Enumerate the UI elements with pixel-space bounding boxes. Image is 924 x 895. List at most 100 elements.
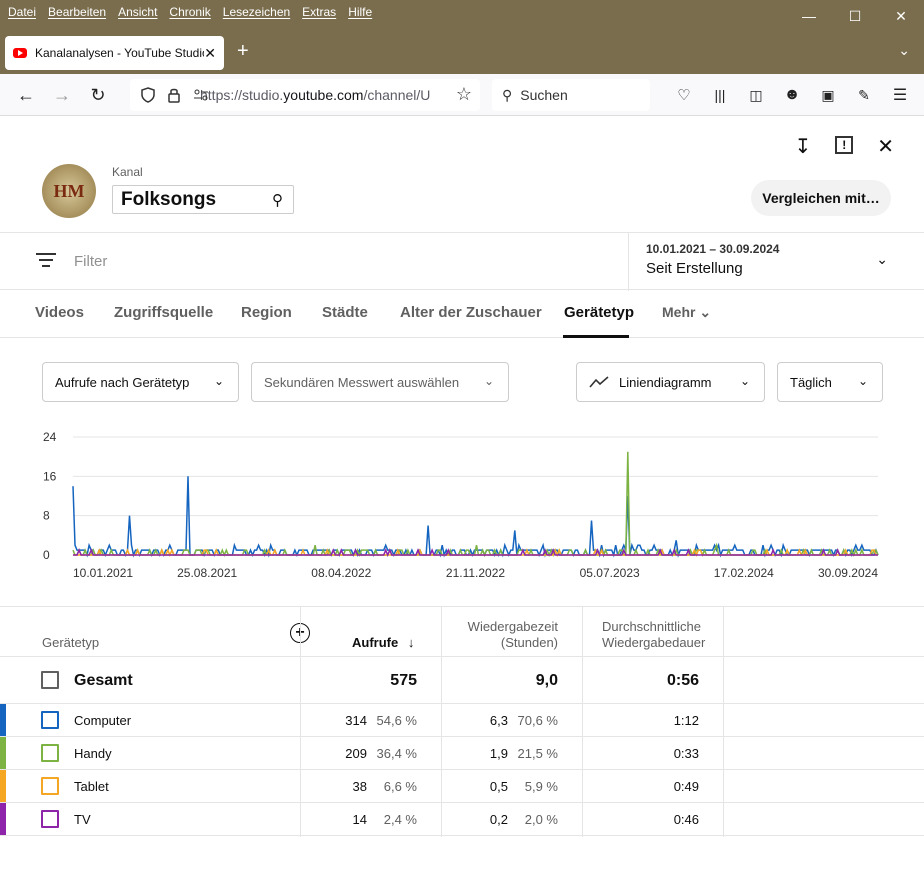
col-header-avg-line1: Durchschnittliche bbox=[602, 619, 701, 634]
dimension-tabs: Videos Zugriffsquelle Region Städte Alte… bbox=[0, 290, 924, 338]
filter-input[interactable]: Filter bbox=[74, 253, 107, 270]
search-icon[interactable]: ⚲ bbox=[272, 191, 283, 209]
series-color-marker bbox=[0, 803, 6, 835]
permissions-icon[interactable] bbox=[193, 89, 209, 101]
menu-hilfe[interactable]: Hilfe bbox=[348, 5, 372, 19]
row-views: 14 bbox=[352, 812, 367, 827]
minimize-button[interactable]: — bbox=[786, 0, 832, 32]
close-window-button[interactable]: ✕ bbox=[878, 0, 924, 32]
menu-bearbeiten[interactable]: Bearbeiten bbox=[48, 5, 106, 19]
bookmark-star-icon[interactable]: ☆ bbox=[456, 84, 472, 105]
url-text: https://studio.youtube.com/channel/U bbox=[200, 87, 430, 103]
row-views-pct: 36,4 % bbox=[376, 746, 417, 761]
close-icon[interactable]: ✕ bbox=[877, 134, 894, 159]
compare-button[interactable]: Vergleichen mit… bbox=[751, 180, 891, 216]
tab-geraetetyp[interactable]: Gerätetyp bbox=[564, 304, 634, 321]
tab-zugriffsquelle[interactable]: Zugriffsquelle bbox=[114, 304, 213, 321]
menu-chronik[interactable]: Chronik bbox=[169, 5, 210, 19]
pocket-icon[interactable]: ♡ bbox=[672, 83, 696, 107]
url-prefix: https://studio. bbox=[200, 87, 284, 103]
new-tab-button[interactable]: + bbox=[237, 40, 249, 63]
row-label: Computer bbox=[74, 713, 132, 728]
col-header-durchschnitt[interactable]: Durchschnittliche Wiedergabedauer bbox=[602, 619, 705, 651]
row-views-pct: 54,6 % bbox=[376, 713, 417, 728]
tab-alter[interactable]: Alter der Zuschauer bbox=[400, 304, 542, 321]
app-menu-icon[interactable]: ☰ bbox=[888, 83, 912, 107]
sidebar-icon[interactable]: ◫ bbox=[744, 83, 768, 107]
column-divider bbox=[441, 607, 442, 837]
menu-ansicht[interactable]: Ansicht bbox=[118, 5, 157, 19]
secondary-metric-placeholder: Sekundären Messwert auswählen bbox=[264, 374, 460, 390]
screenshot-icon[interactable]: ▣ bbox=[816, 83, 840, 107]
row-watch: 0,5 bbox=[489, 779, 508, 794]
total-views: 575 bbox=[390, 672, 417, 689]
channel-field[interactable]: Folksongs ⚲ bbox=[112, 185, 294, 214]
youtube-icon bbox=[13, 48, 27, 58]
col-header-watch-line2: (Stunden) bbox=[500, 635, 558, 650]
row-checkbox[interactable] bbox=[41, 810, 59, 828]
row-views: 314 bbox=[345, 713, 367, 728]
secondary-metric-select[interactable]: Sekundären Messwert auswählen ⌄ bbox=[251, 362, 509, 402]
col-header-aufrufe[interactable]: Aufrufe ↓ bbox=[352, 635, 414, 650]
row-checkbox[interactable] bbox=[41, 711, 59, 729]
download-icon[interactable]: ↧ bbox=[794, 134, 811, 159]
menu-datei[interactable]: Datei bbox=[8, 5, 36, 19]
library-icon[interactable]: ||| bbox=[708, 83, 732, 107]
close-tab-icon[interactable]: ✕ bbox=[204, 45, 216, 62]
column-divider bbox=[582, 607, 583, 837]
search-bar[interactable]: ⚲ Suchen bbox=[492, 79, 650, 111]
metric-value: Aufrufe nach Gerätetyp bbox=[55, 374, 190, 390]
date-range-picker[interactable]: 10.01.2021 – 30.09.2024 Seit Erstellung … bbox=[628, 233, 924, 291]
browser-tab[interactable]: Kanalanalysen - YouTube Studio ✕ bbox=[5, 36, 224, 70]
feedback-icon[interactable]: ! bbox=[835, 136, 854, 154]
tab-list-chevron-icon[interactable]: ⌄ bbox=[898, 42, 910, 59]
total-checkbox[interactable] bbox=[41, 671, 59, 689]
x-tick-label: 30.09.2024 bbox=[818, 566, 878, 580]
metric-select[interactable]: Aufrufe nach Gerätetyp ⌄ bbox=[42, 362, 239, 402]
chart-type-select[interactable]: Liniendiagramm ⌄ bbox=[576, 362, 765, 402]
menu-extras[interactable]: Extras bbox=[302, 5, 336, 19]
row-watch-pct: 21,5 % bbox=[517, 746, 558, 761]
tab-staedte[interactable]: Städte bbox=[322, 304, 368, 321]
back-button[interactable]: ← bbox=[14, 83, 38, 107]
extensions-icon[interactable]: ✎ bbox=[852, 83, 876, 107]
row-views-pct: 6,6 % bbox=[383, 779, 417, 794]
col-header-aufrufe-label: Aufrufe bbox=[352, 635, 399, 650]
y-tick-label: 24 bbox=[43, 430, 57, 444]
url-domain: youtube.com bbox=[283, 87, 364, 103]
tab-videos[interactable]: Videos bbox=[35, 304, 84, 321]
row-watch: 1,9 bbox=[489, 746, 508, 761]
shield-icon[interactable] bbox=[140, 87, 156, 103]
forward-button[interactable]: → bbox=[50, 83, 74, 107]
navigation-bar: ← → ↻ https://studio.youtube.com/channel… bbox=[0, 74, 924, 116]
table-row: Tablet 38 6,6 % 0,5 5,9 % 0:49 bbox=[0, 770, 924, 803]
tab-mehr[interactable]: Mehr ⌄ bbox=[662, 304, 711, 321]
row-views-pct: 2,4 % bbox=[383, 812, 417, 827]
row-checkbox[interactable] bbox=[41, 777, 59, 795]
maximize-button[interactable]: ☐ bbox=[832, 0, 878, 32]
col-header-avg-line2: Wiedergabedauer bbox=[602, 635, 706, 650]
chart-type-value: Liniendiagramm bbox=[619, 374, 712, 390]
row-label: Handy bbox=[74, 746, 112, 761]
reload-button[interactable]: ↻ bbox=[86, 83, 110, 107]
line-chart-icon bbox=[589, 376, 609, 388]
row-avg: 0:46 bbox=[673, 812, 699, 827]
lock-icon[interactable] bbox=[167, 87, 181, 103]
x-tick-label: 25.08.2021 bbox=[177, 566, 237, 580]
menu-lesezeichen[interactable]: Lesezeichen bbox=[223, 5, 290, 19]
row-label: Tablet bbox=[74, 779, 109, 794]
row-checkbox[interactable] bbox=[41, 744, 59, 762]
chevron-down-icon: ⌄ bbox=[857, 374, 868, 388]
row-watch-pct: 5,9 % bbox=[524, 779, 558, 794]
col-header-geraetetyp: Gerätetyp bbox=[42, 635, 100, 650]
filter-icon[interactable] bbox=[36, 253, 56, 267]
col-header-wiedergabezeit[interactable]: Wiedergabezeit (Stunden) bbox=[460, 619, 558, 651]
account-icon[interactable]: ☻ bbox=[780, 83, 804, 107]
interval-select[interactable]: Täglich ⌄ bbox=[777, 362, 883, 402]
x-tick-label: 10.01.2021 bbox=[73, 566, 133, 580]
tab-region[interactable]: Region bbox=[241, 304, 292, 321]
url-bar[interactable]: https://studio.youtube.com/channel/U ☆ bbox=[130, 79, 480, 111]
row-avg: 0:49 bbox=[673, 779, 699, 794]
x-tick-label: 08.04.2022 bbox=[311, 566, 371, 580]
sort-arrow-icon: ↓ bbox=[407, 635, 415, 650]
